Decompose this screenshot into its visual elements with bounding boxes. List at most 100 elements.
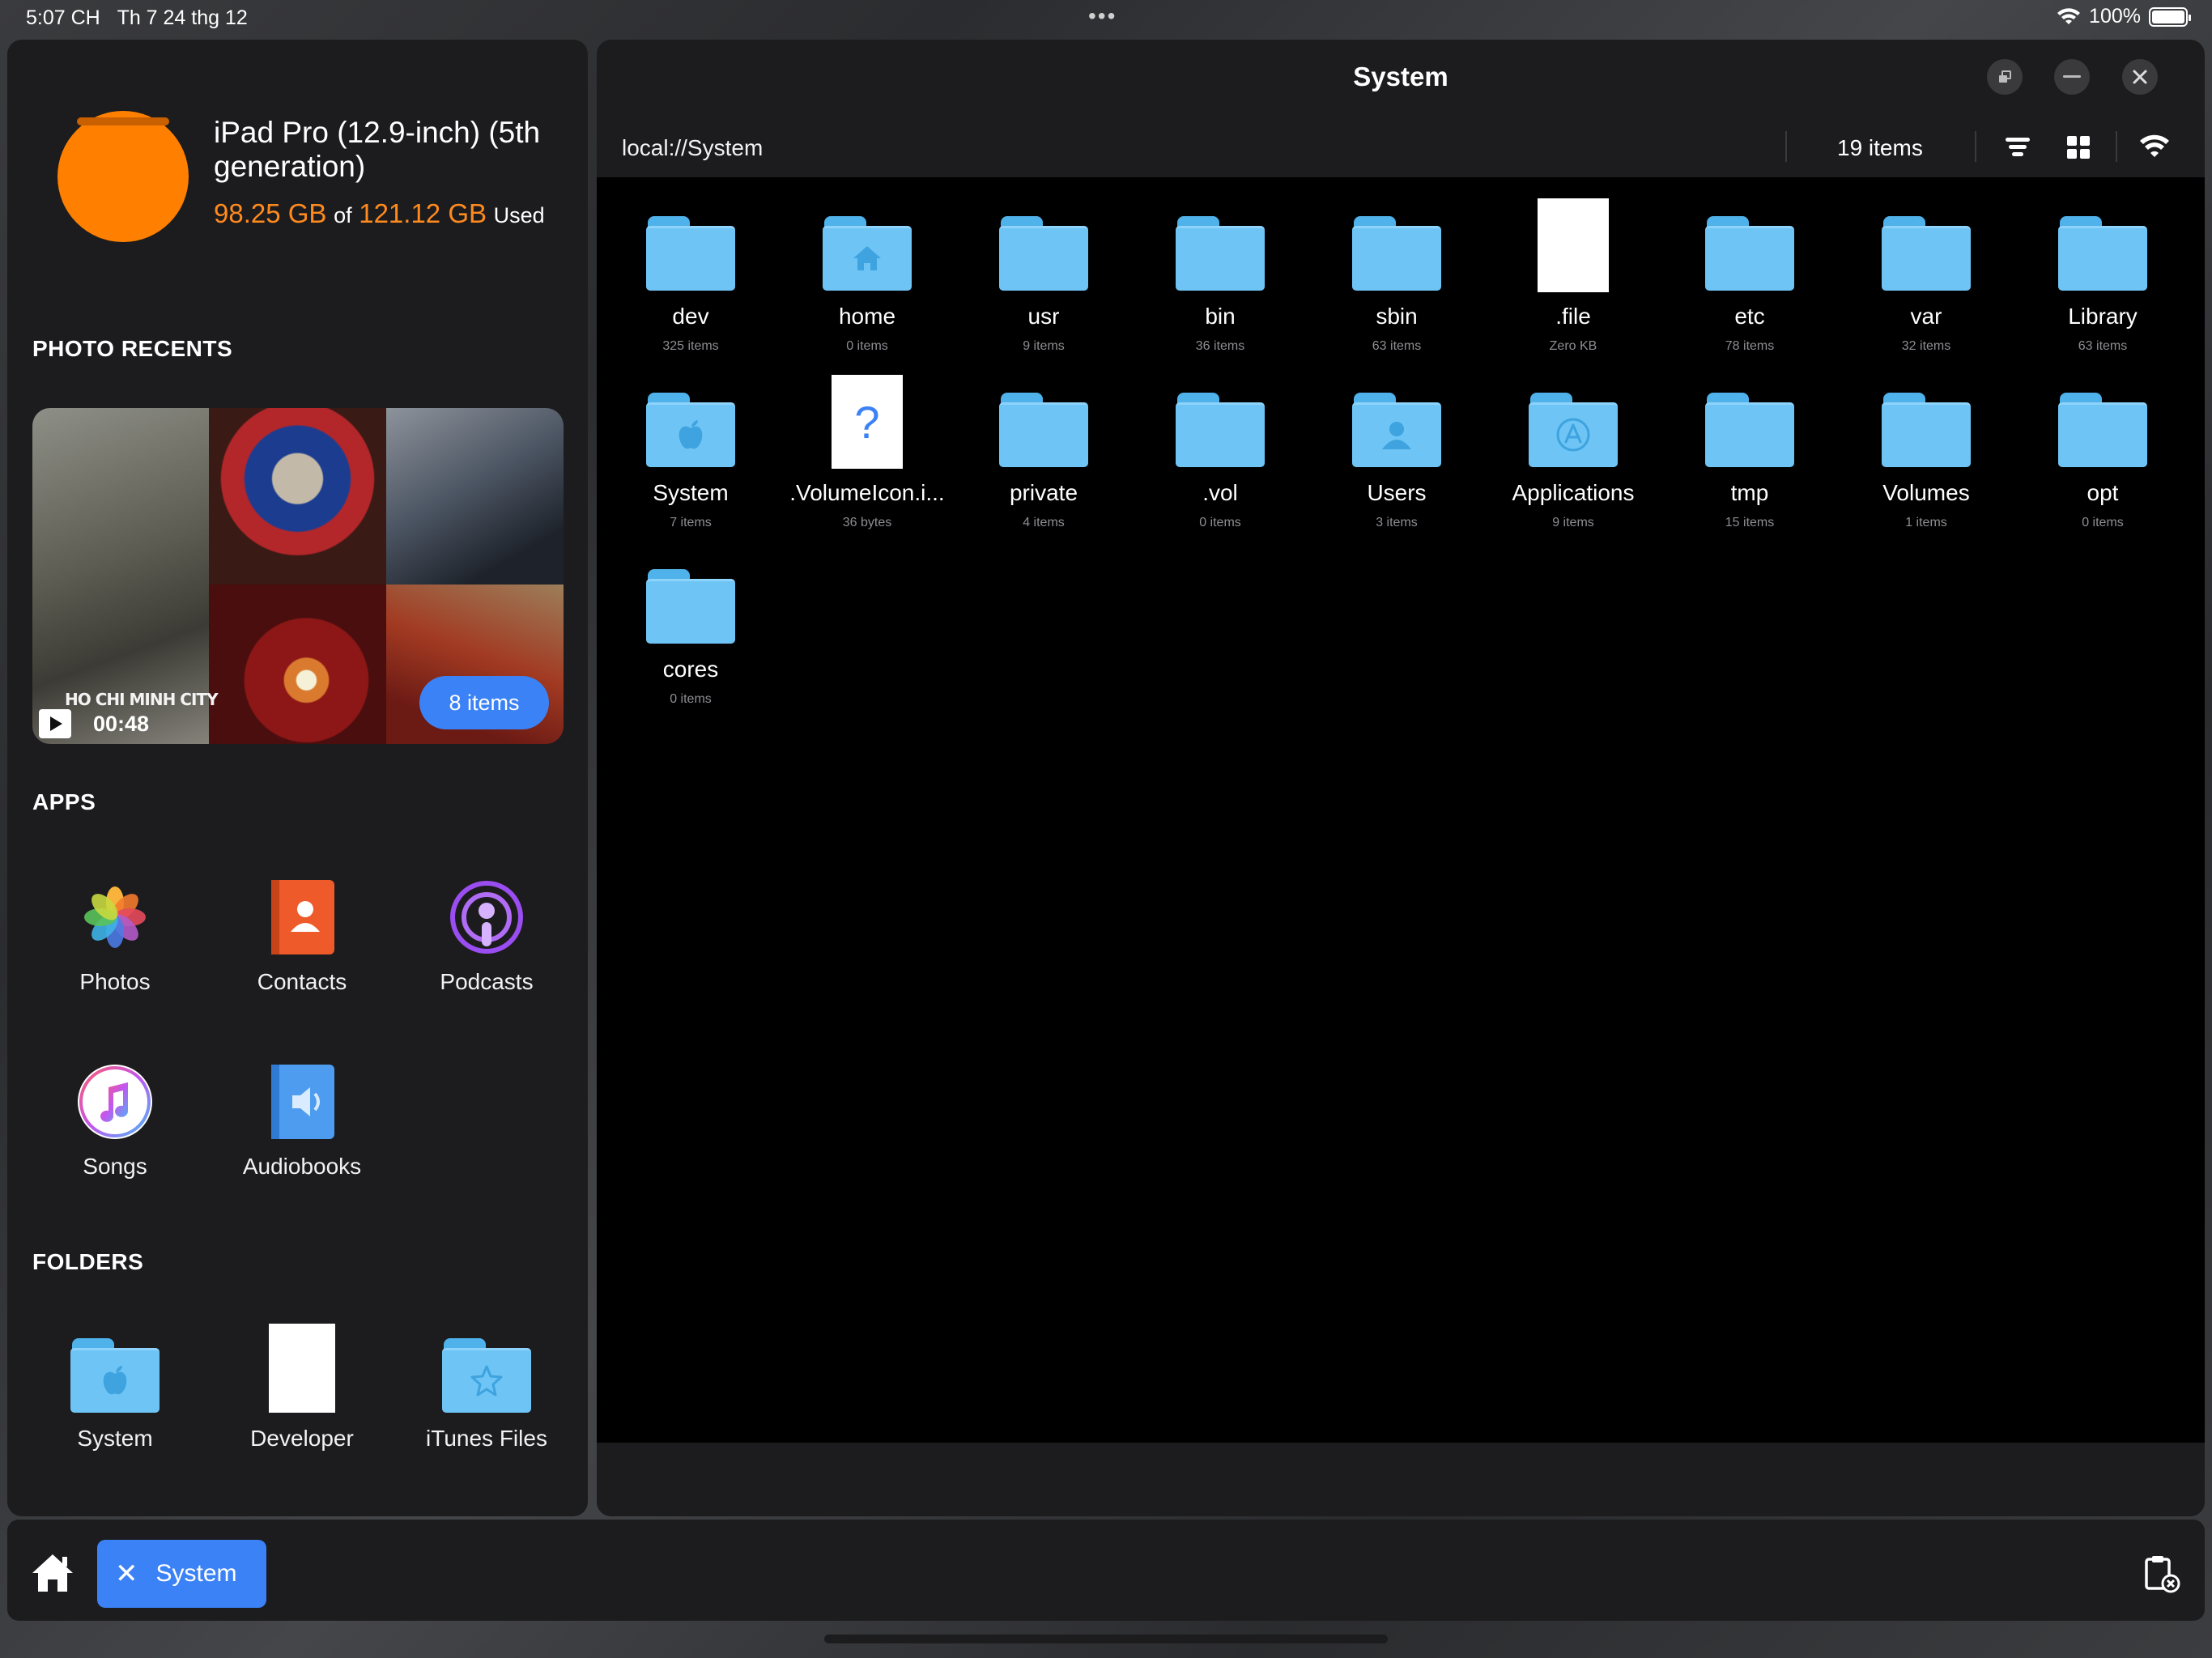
file-detail: 7 items bbox=[670, 516, 712, 529]
file-detail: 78 items bbox=[1725, 339, 1775, 353]
photo-recents-grid[interactable]: HO CHI MINH CITY 00:48 8 items bbox=[32, 408, 564, 744]
file-item[interactable]: .file Zero KB bbox=[1485, 198, 1661, 354]
video-caption: HO CHI MINH CITY bbox=[65, 690, 219, 709]
file-item[interactable]: .vol 0 items bbox=[1132, 391, 1308, 530]
file-detail: 63 items bbox=[2078, 339, 2128, 353]
file-item[interactable]: sbin 63 items bbox=[1308, 215, 1485, 354]
folder-icon bbox=[646, 568, 735, 645]
folder-icon bbox=[2058, 391, 2147, 469]
home-indicator bbox=[824, 1635, 1388, 1643]
home-button[interactable] bbox=[30, 1552, 75, 1594]
close-all-tabs-button[interactable] bbox=[2142, 1554, 2182, 1595]
app-contacts[interactable]: Contacts bbox=[210, 878, 394, 995]
folders-title: FOLDERS bbox=[32, 1249, 144, 1274]
file-name: Users bbox=[1367, 480, 1427, 505]
sort-button[interactable] bbox=[2001, 131, 2034, 164]
file-item[interactable]: Applications 9 items bbox=[1485, 391, 1661, 530]
apps-title: APPS bbox=[32, 789, 96, 814]
file-name: usr bbox=[1027, 304, 1060, 329]
folder-itunes-files[interactable]: iTunes Files bbox=[394, 1335, 579, 1452]
audiobooks-icon bbox=[263, 1063, 341, 1141]
tab-label: System bbox=[155, 1560, 237, 1587]
home-folder-icon bbox=[823, 215, 912, 292]
window-float-button[interactable] bbox=[1987, 59, 2023, 95]
window-title: System bbox=[1353, 62, 1448, 91]
file-item[interactable]: var 32 items bbox=[1838, 215, 2014, 354]
podcasts-icon bbox=[448, 878, 525, 956]
file-item[interactable]: Volumes 1 items bbox=[1838, 391, 2014, 530]
file-name: etc bbox=[1734, 304, 1765, 329]
path-breadcrumb[interactable]: local://System bbox=[622, 135, 763, 161]
photo-recents-title: PHOTO RECENTS bbox=[32, 336, 233, 361]
file-name: .vol bbox=[1202, 480, 1238, 505]
wifi-transfer-button[interactable] bbox=[2138, 131, 2171, 164]
file-item[interactable]: opt 0 items bbox=[2014, 391, 2191, 530]
folder-system[interactable]: System bbox=[23, 1335, 207, 1452]
file-item[interactable]: etc 78 items bbox=[1661, 215, 1838, 354]
file-name: bin bbox=[1205, 304, 1236, 329]
window-minimize-button[interactable] bbox=[2054, 59, 2090, 95]
photo-thumbnail[interactable] bbox=[209, 408, 386, 585]
file-name: cores bbox=[662, 657, 719, 682]
folder-icon bbox=[1176, 215, 1265, 292]
document-icon bbox=[263, 1324, 341, 1413]
file-item[interactable]: cores 0 items bbox=[602, 568, 779, 707]
file-item[interactable]: Library 63 items bbox=[2014, 215, 2191, 354]
status-right: 100% bbox=[2057, 5, 2191, 28]
photo-count-button[interactable]: 8 items bbox=[419, 676, 549, 729]
tab-system[interactable]: ✕ System bbox=[97, 1540, 266, 1608]
file-item[interactable]: tmp 15 items bbox=[1661, 391, 1838, 530]
sort-icon bbox=[2006, 138, 2030, 156]
photo-thumbnail[interactable] bbox=[209, 585, 386, 744]
file-name: private bbox=[1009, 480, 1078, 505]
photo-thumbnail[interactable] bbox=[386, 408, 564, 585]
file-item[interactable]: private 4 items bbox=[955, 391, 1132, 530]
folder-icon bbox=[1705, 215, 1794, 292]
file-item[interactable]: ? .VolumeIcon.i... 36 bytes bbox=[779, 375, 955, 530]
file-name: System bbox=[653, 480, 729, 505]
file-name: Volumes bbox=[1882, 480, 1970, 505]
file-detail: 1 items bbox=[1905, 516, 1947, 529]
folder-icon bbox=[1352, 215, 1441, 292]
file-detail: 0 items bbox=[2082, 516, 2124, 529]
file-name: .VolumeIcon.i... bbox=[789, 480, 945, 505]
folder-label: iTunes Files bbox=[426, 1426, 547, 1451]
play-icon[interactable] bbox=[39, 709, 71, 738]
home-icon bbox=[32, 1554, 73, 1592]
minus-icon bbox=[2063, 75, 2081, 78]
app-photos[interactable]: Photos bbox=[23, 878, 207, 995]
file-grid: dev 325 items home 0 items usr 9 items bin 36 i… bbox=[597, 177, 2205, 1443]
file-item[interactable]: System 7 items bbox=[602, 391, 779, 530]
file-name: opt bbox=[2087, 480, 2119, 505]
close-tab-icon[interactable]: ✕ bbox=[115, 1558, 138, 1590]
app-audiobooks[interactable]: Audiobooks bbox=[210, 1063, 394, 1180]
file-name: .file bbox=[1555, 304, 1591, 329]
storage-disk-icon bbox=[57, 111, 189, 242]
file-detail: 9 items bbox=[1023, 339, 1065, 353]
grid-view-button[interactable] bbox=[2062, 131, 2095, 164]
multitasking-dots[interactable]: ••• bbox=[1088, 3, 1117, 29]
file-item[interactable]: usr 9 items bbox=[955, 215, 1132, 354]
file-name: var bbox=[1910, 304, 1942, 329]
file-item[interactable]: dev 325 items bbox=[602, 215, 779, 354]
file-item[interactable]: Users 3 items bbox=[1308, 391, 1485, 530]
app-label: Audiobooks bbox=[242, 1154, 362, 1179]
window-close-button[interactable] bbox=[2122, 59, 2158, 95]
file-detail: Zero KB bbox=[1549, 339, 1597, 353]
app-podcasts[interactable]: Podcasts bbox=[394, 878, 579, 995]
file-item[interactable]: home 0 items bbox=[779, 215, 955, 354]
folder-icon bbox=[1705, 391, 1794, 469]
star-folder-icon bbox=[442, 1335, 531, 1413]
storage-usage: 98.25 GB of 121.12 GB Used bbox=[214, 198, 545, 228]
apple-folder-icon bbox=[646, 391, 735, 469]
folder-icon bbox=[999, 215, 1088, 292]
app-songs[interactable]: Songs bbox=[23, 1063, 207, 1180]
file-detail: 0 items bbox=[846, 339, 888, 353]
app-label: Photos bbox=[79, 969, 151, 994]
sidebar: iPad Pro (12.9-inch) (5th generation) 98… bbox=[7, 40, 588, 1516]
status-bar: 5:07 CH Th 7 24 thg 12 ••• 100% bbox=[0, 0, 2212, 37]
apple-folder-icon bbox=[70, 1335, 160, 1413]
contacts-icon bbox=[263, 878, 341, 956]
folder-developer[interactable]: Developer bbox=[210, 1324, 394, 1452]
file-item[interactable]: bin 36 items bbox=[1132, 215, 1308, 354]
